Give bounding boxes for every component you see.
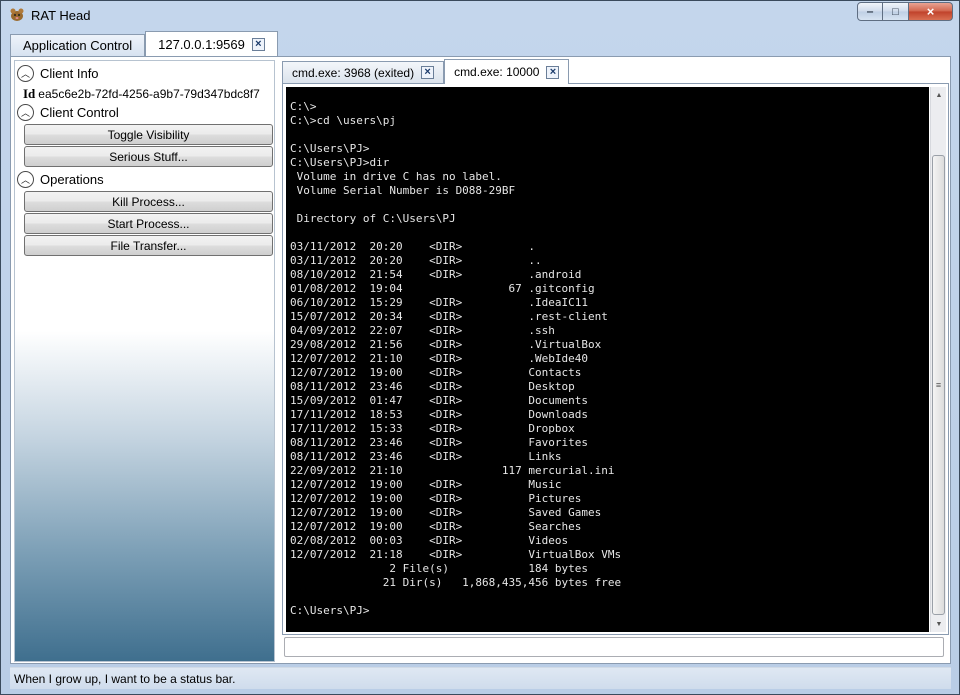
maximize-icon: □ xyxy=(892,5,899,18)
outer-tab-strip: Application Control 127.0.0.1:9569 × xyxy=(10,31,278,56)
tab-cmd-3968[interactable]: cmd.exe: 3968 (exited) × xyxy=(282,61,445,83)
file-transfer-button[interactable]: File Transfer... xyxy=(24,235,273,256)
terminal-frame: C:\> C:\>cd \users\pj C:\Users\PJ> C:\Us… xyxy=(282,83,949,635)
tab-label: cmd.exe: 10000 xyxy=(454,65,540,79)
tab-label: cmd.exe: 3968 (exited) xyxy=(292,65,415,80)
close-tab-icon[interactable]: × xyxy=(251,37,265,51)
close-window-button[interactable]: × xyxy=(909,2,953,21)
collapse-icon[interactable]: ︿ xyxy=(17,64,34,82)
client-content-panel: ︿ Client Info Id ea5c6e2b-72fd-4256-a9b7-… xyxy=(10,56,951,664)
scroll-thumb[interactable]: ≡ xyxy=(932,155,945,615)
minimize-icon: ‒ xyxy=(866,5,874,18)
close-tab-icon[interactable]: × xyxy=(421,66,435,79)
section-title: Operations xyxy=(40,171,104,187)
section-title: Client Info xyxy=(40,65,99,81)
client-info-header[interactable]: ︿ Client Info xyxy=(17,64,99,82)
kill-process-button[interactable]: Kill Process... xyxy=(24,191,273,212)
id-label: Id xyxy=(23,86,36,101)
collapse-icon[interactable]: ︿ xyxy=(17,103,34,121)
tab-cmd-10000[interactable]: cmd.exe: 10000 × xyxy=(444,59,570,84)
rat-icon xyxy=(10,8,24,21)
tab-application-control[interactable]: Application Control xyxy=(10,34,146,56)
app-window: RAT Head ‒ □ × Application Control 127.0… xyxy=(0,0,960,695)
window-controls: ‒ □ × xyxy=(857,2,953,21)
terminal-output[interactable]: C:\> C:\>cd \users\pj C:\Users\PJ> C:\Us… xyxy=(286,87,929,632)
title-bar[interactable]: RAT Head ‒ □ × xyxy=(1,1,959,29)
command-input[interactable] xyxy=(284,637,944,657)
status-bar: When I grow up, I want to be a status ba… xyxy=(10,667,951,689)
close-icon: × xyxy=(926,4,935,19)
scroll-down-arrow-icon[interactable]: ▼ xyxy=(931,616,947,632)
client-control-header[interactable]: ︿ Client Control xyxy=(17,103,119,121)
terminal-tab-strip: cmd.exe: 3968 (exited) × cmd.exe: 10000 … xyxy=(282,59,570,84)
terminal-scrollbar[interactable]: ▲ ≡ ▼ xyxy=(930,87,946,632)
close-tab-icon[interactable]: × xyxy=(546,65,560,79)
tab-label: 127.0.0.1:9569 xyxy=(158,36,245,52)
operations-header[interactable]: ︿ Operations xyxy=(17,170,104,188)
collapse-icon[interactable]: ︿ xyxy=(17,170,34,188)
toggle-visibility-button[interactable]: Toggle Visibility xyxy=(24,124,273,145)
minimize-button[interactable]: ‒ xyxy=(857,2,883,21)
serious-stuff-button[interactable]: Serious Stuff... xyxy=(24,146,273,167)
window-title: RAT Head xyxy=(31,8,91,23)
client-id-row: Id ea5c6e2b-72fd-4256-a9b7-79d347bdc8f7 xyxy=(23,86,260,102)
tab-client-connection[interactable]: 127.0.0.1:9569 × xyxy=(145,31,278,56)
client-id-value: ea5c6e2b-72fd-4256-a9b7-79d347bdc8f7 xyxy=(38,87,260,101)
status-text: When I grow up, I want to be a status ba… xyxy=(14,672,236,686)
maximize-button[interactable]: □ xyxy=(883,2,909,21)
section-title: Client Control xyxy=(40,104,119,120)
start-process-button[interactable]: Start Process... xyxy=(24,213,273,234)
client-sidebar: ︿ Client Info Id ea5c6e2b-72fd-4256-a9b7-… xyxy=(14,60,275,662)
scroll-up-arrow-icon[interactable]: ▲ xyxy=(931,87,947,103)
tab-label: Application Control xyxy=(23,38,133,53)
